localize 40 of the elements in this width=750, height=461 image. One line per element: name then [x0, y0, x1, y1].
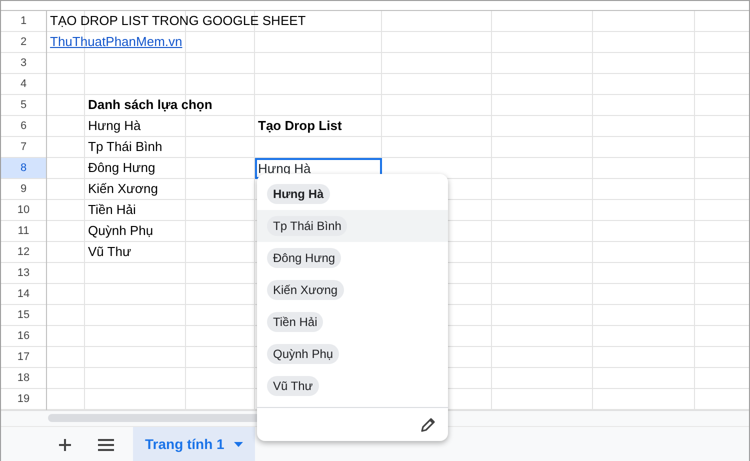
dropdown-option[interactable]: Tiền Hải: [257, 306, 448, 338]
cell-text: Vũ Thư: [87, 243, 132, 261]
cell-text: Đông Hưng: [87, 159, 156, 177]
cell-text: Quỳnh Phụ: [87, 222, 154, 240]
cell-text: Tiền Hải: [87, 201, 136, 219]
cell-text: Kiến Xương: [87, 180, 158, 198]
row-number[interactable]: 3: [1, 53, 46, 73]
cell-text: Danh sách lựa chọn: [87, 96, 212, 114]
row-number[interactable]: 18: [1, 368, 46, 388]
sheet-tab[interactable]: Trang tính 1: [133, 427, 256, 461]
row-number[interactable]: 7: [1, 137, 46, 157]
row-number[interactable]: 16: [1, 326, 46, 346]
cell-text: Hưng Hà: [87, 117, 141, 135]
row-number[interactable]: 15: [1, 305, 46, 325]
dropdown-option[interactable]: Hưng Hà: [257, 178, 448, 210]
dropdown-option[interactable]: Kiến Xương: [257, 274, 448, 306]
dropdown-option[interactable]: Đông Hưng: [257, 242, 448, 274]
row-number[interactable]: 2: [1, 32, 46, 52]
caret-icon: [234, 442, 244, 447]
row-number[interactable]: 4: [1, 74, 46, 94]
link[interactable]: ThuThuatPhanMem.vn: [47, 32, 182, 52]
dropdown-option[interactable]: Vũ Thư: [257, 370, 448, 402]
row-number[interactable]: 19: [1, 389, 46, 409]
title-text: TẠO DROP LIST TRONG GOOGLE SHEET: [49, 12, 306, 30]
row-number[interactable]: 9: [1, 179, 46, 199]
row-number[interactable]: 11: [1, 221, 46, 241]
dropdown-option[interactable]: Tp Thái Bình: [257, 210, 448, 242]
dropdown-option[interactable]: Quỳnh Phụ: [257, 338, 448, 370]
row-number[interactable]: 14: [1, 284, 46, 304]
row-number[interactable]: 17: [1, 347, 46, 367]
row-number[interactable]: 5: [1, 95, 46, 115]
row-number[interactable]: 1: [1, 11, 46, 31]
row-number[interactable]: 12: [1, 242, 46, 262]
row-number[interactable]: 8: [1, 158, 46, 178]
row-number[interactable]: 10: [1, 200, 46, 220]
row-number[interactable]: 13: [1, 263, 46, 283]
row-number[interactable]: 6: [1, 116, 46, 136]
edit-icon[interactable]: [420, 416, 436, 432]
cell-text: Tp Thái Bình: [87, 138, 162, 156]
cell-text: Tạo Drop List: [257, 117, 342, 135]
